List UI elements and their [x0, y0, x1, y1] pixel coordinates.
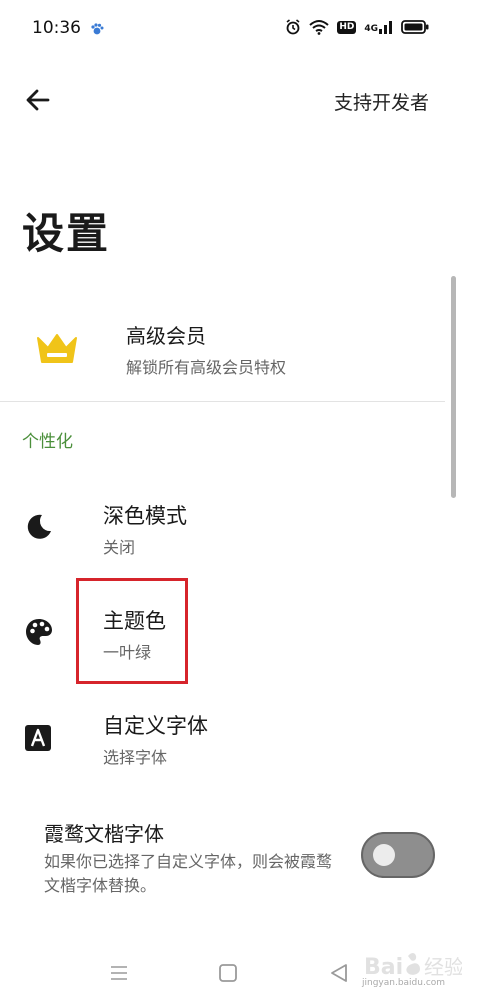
custom-font-title: 自定义字体 [103, 714, 208, 738]
premium-membership-item[interactable]: 高级会员 解锁所有高级会员特权 [0, 300, 447, 400]
wenkai-font-description: 如果你已选择了自定义字体，则会被霞鹜文楷字体替换。 [44, 852, 333, 895]
premium-subtitle: 解锁所有高级会员特权 [126, 358, 287, 377]
support-developer-button[interactable]: 支持开发者 [334, 88, 429, 115]
dark-mode-value: 关闭 [103, 538, 136, 557]
svg-text:Bai: Bai [364, 955, 403, 980]
alarm-icon [286, 19, 300, 35]
wifi-icon [309, 20, 329, 35]
section-header-personalization: 个性化 [22, 432, 73, 452]
divider [0, 401, 445, 402]
switch-knob [373, 844, 395, 866]
signal-icon: 4G [364, 20, 393, 34]
setting-custom-font[interactable]: 自定义字体 选择字体 [0, 710, 447, 810]
home-square-icon[interactable] [218, 963, 238, 983]
palette-icon [26, 619, 52, 645]
wenkai-font-title: 霞鹜文楷字体 [44, 822, 164, 846]
battery-icon [401, 20, 429, 34]
premium-title: 高级会员 [126, 324, 206, 348]
signal-bars-icon [379, 21, 392, 34]
menu-icon[interactable] [109, 963, 129, 983]
scrollbar[interactable] [451, 276, 456, 498]
page-title: 设置 [22, 209, 111, 258]
setting-wenkai-font: 霞鹜文楷字体 如果你已选择了自定义字体，则会被霞鹜文楷字体替换。 [0, 810, 460, 910]
status-icons: HD 4G [285, 19, 429, 35]
moon-icon [27, 514, 51, 539]
dark-mode-title: 深色模式 [103, 504, 187, 528]
wenkai-font-switch[interactable] [361, 832, 435, 878]
paw-icon [91, 23, 104, 35]
setting-dark-mode[interactable]: 深色模式 关闭 [0, 500, 447, 600]
crown-icon [37, 334, 77, 363]
status-time: 10:36 [32, 18, 81, 38]
hd-badge: HD [337, 20, 357, 34]
back-arrow-icon[interactable] [22, 84, 54, 116]
setting-theme-color[interactable]: 主题色 一叶绿 [0, 605, 447, 705]
highlight-box [76, 578, 188, 684]
font-a-icon [25, 725, 51, 751]
custom-font-value: 选择字体 [103, 748, 168, 767]
watermark-url: jingyan.baidu.com [362, 978, 446, 988]
svg-text:经验: 经验 [424, 955, 462, 979]
network-type: 4G [364, 24, 378, 34]
back-triangle-icon[interactable] [329, 962, 349, 984]
